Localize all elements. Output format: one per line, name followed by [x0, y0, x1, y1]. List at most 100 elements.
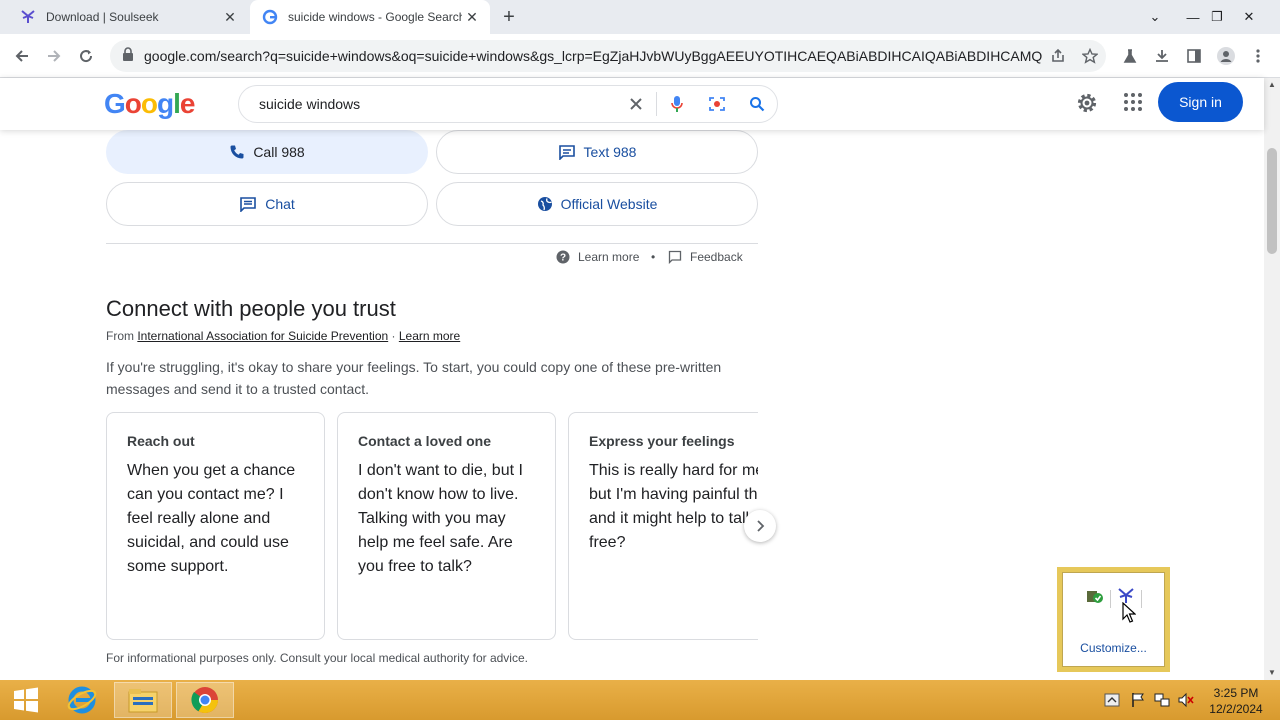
message-icon: [558, 145, 575, 160]
scrollbar-thumb[interactable]: [1267, 148, 1277, 254]
taskbar-chrome[interactable]: [176, 682, 234, 718]
file-explorer-folder-icon: [128, 689, 158, 713]
card-body: When you get a chance can you contact me…: [127, 462, 296, 575]
taskbar-internet-explorer[interactable]: [58, 682, 106, 718]
dot-separator: •: [651, 250, 656, 264]
voice-search-mic-icon[interactable]: [657, 95, 697, 113]
scroll-down-arrow-icon[interactable]: ▼: [1264, 666, 1280, 680]
google-header: Google suicide windows Sign in: [0, 78, 1264, 130]
browser-toolbar: google.com/search?q=suicide+windows&oq=s…: [0, 34, 1280, 78]
connect-heading: Connect with people you trust: [106, 296, 396, 321]
tab-google-search[interactable]: suicide windows - Google Search ✕: [250, 0, 490, 34]
windows-logo-icon: [14, 687, 38, 713]
windows-taskbar: 3:25 PM 12/2/2024: [0, 680, 1280, 720]
call-988-button[interactable]: Call 988: [106, 130, 428, 174]
clock-time: 3:25 PM: [1213, 686, 1259, 700]
start-button[interactable]: [6, 682, 46, 718]
carousel-next-button[interactable]: [744, 510, 776, 542]
google-logo[interactable]: Google: [104, 88, 195, 120]
feedback-link[interactable]: Feedback: [668, 250, 743, 264]
clear-search-icon[interactable]: [616, 97, 656, 111]
message-card[interactable]: Reach out When you get a chance can you …: [106, 412, 325, 640]
reload-icon: [80, 50, 93, 63]
message-card[interactable]: Contact a loved one I don't want to die,…: [337, 412, 556, 640]
source-line: From International Association for Suici…: [106, 329, 460, 343]
back-button[interactable]: [8, 42, 36, 70]
tab-title: suicide windows - Google Search: [288, 10, 462, 24]
new-tab-button[interactable]: +: [498, 6, 520, 28]
search-box[interactable]: suicide windows: [238, 85, 778, 123]
menu-kebab-icon[interactable]: [1246, 44, 1270, 68]
chat-label: Chat: [265, 196, 295, 212]
address-bar[interactable]: google.com/search?q=suicide+windows&oq=s…: [110, 40, 1106, 72]
svg-text:?: ?: [560, 253, 566, 264]
close-tab-icon[interactable]: ✕: [462, 7, 482, 27]
tab-search-icon[interactable]: ⌄: [1138, 0, 1172, 34]
feedback-label: Feedback: [690, 250, 743, 264]
scroll-up-arrow-icon[interactable]: ▲: [1264, 78, 1280, 92]
chrome-browser-icon: [191, 687, 219, 714]
clock-date: 12/2/2024: [1209, 702, 1263, 716]
search-icon[interactable]: [737, 96, 777, 112]
close-tab-icon[interactable]: ✕: [220, 7, 240, 27]
chevron-right-icon: [757, 520, 765, 532]
source-link[interactable]: International Association for Suicide Pr…: [137, 329, 388, 343]
network-icon[interactable]: [1154, 692, 1170, 708]
message-card[interactable]: Express your feelings This is really har…: [568, 412, 758, 640]
source-separator: ·: [388, 329, 399, 343]
url-text: google.com/search?q=suicide+windows&oq=s…: [144, 48, 1042, 64]
feedback-icon: [668, 250, 682, 264]
official-website-button[interactable]: Official Website: [436, 182, 758, 226]
mouse-cursor-icon: [1122, 601, 1137, 629]
learn-more-label: Learn more: [578, 250, 640, 264]
google-apps-grid-icon[interactable]: [1122, 91, 1144, 118]
lock-icon: [122, 46, 136, 66]
share-icon[interactable]: [1042, 42, 1074, 70]
reload-button[interactable]: [72, 42, 100, 70]
labs-flask-icon[interactable]: [1118, 44, 1142, 68]
tab-title: Download | Soulseek: [46, 10, 159, 24]
profile-avatar-icon[interactable]: [1214, 44, 1238, 68]
back-arrow-icon: [15, 50, 28, 62]
card-heading: Contact a loved one: [358, 433, 492, 449]
vertical-scrollbar[interactable]: ▲ ▼: [1264, 78, 1280, 680]
close-window-button[interactable]: ✕: [1232, 0, 1266, 34]
volume-muted-icon[interactable]: [1178, 692, 1194, 708]
popup-separator: [1109, 589, 1111, 608]
source-learn-more-link[interactable]: Learn more: [399, 329, 460, 343]
restore-button[interactable]: ❐: [1200, 0, 1234, 34]
sign-in-button[interactable]: Sign in: [1158, 82, 1243, 122]
security-shield-tray-icon[interactable]: [1086, 588, 1104, 609]
search-input[interactable]: suicide windows: [239, 96, 616, 112]
card-heading: Express your feelings: [589, 433, 735, 449]
disclaimer: For informational purposes only. Consult…: [106, 651, 528, 665]
bookmark-star-icon[interactable]: [1074, 42, 1106, 70]
card-body: I don't want to die, but I don't know ho…: [358, 462, 523, 575]
internet-explorer-icon: [67, 686, 97, 714]
learn-more-link[interactable]: ? Learn more: [556, 250, 639, 264]
notification-area-overflow-popup: Customize...: [1057, 567, 1170, 672]
system-clock[interactable]: 3:25 PM 12/2/2024: [1206, 685, 1266, 717]
taskbar-file-explorer[interactable]: [114, 682, 172, 718]
from-prefix: From: [106, 329, 138, 343]
side-panel-icon[interactable]: [1182, 44, 1206, 68]
text-988-button[interactable]: Text 988: [436, 130, 758, 174]
chat-button[interactable]: Chat: [106, 182, 428, 226]
lens-camera-icon[interactable]: [697, 95, 737, 113]
official-website-label: Official Website: [560, 196, 658, 212]
help-question-icon: ?: [556, 250, 570, 264]
settings-gear-icon[interactable]: [1075, 91, 1099, 120]
action-center-flag-icon[interactable]: [1130, 692, 1146, 708]
soulseek-favicon-icon: [20, 9, 36, 25]
message-cards-carousel: Reach out When you get a chance can you …: [106, 412, 758, 640]
download-icon[interactable]: [1150, 44, 1174, 68]
connect-description: If you're struggling, it's okay to share…: [106, 359, 722, 397]
show-hidden-icons-button[interactable]: [1104, 692, 1120, 708]
forward-button[interactable]: [40, 42, 68, 70]
divider: [106, 243, 758, 244]
card-body: This is really hard for me to say but I'…: [589, 462, 758, 551]
phone-icon: [230, 145, 244, 159]
tab-soulseek[interactable]: Download | Soulseek ✕: [8, 0, 248, 34]
customize-link[interactable]: Customize...: [1063, 641, 1164, 655]
tab-strip: Download | Soulseek ✕ suicide windows - …: [0, 0, 1280, 34]
